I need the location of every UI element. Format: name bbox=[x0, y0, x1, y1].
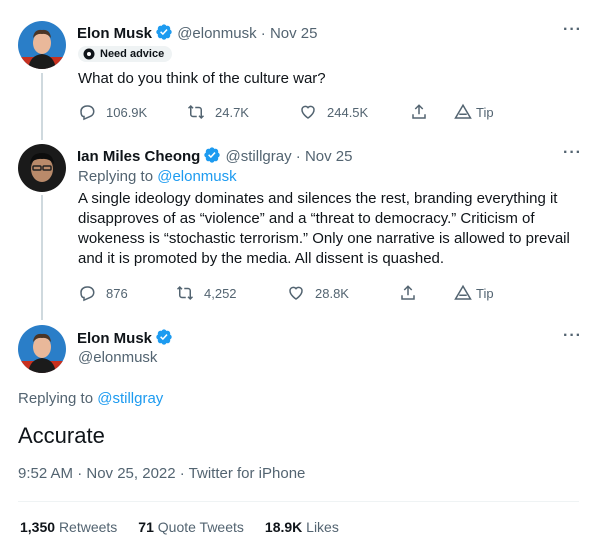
retweet-button[interactable]: 24.7K bbox=[187, 103, 299, 121]
like-count: 244.5K bbox=[327, 104, 369, 120]
author-name[interactable]: Elon Musk bbox=[77, 330, 152, 347]
retweets-label: Retweets bbox=[58, 519, 118, 535]
like-button[interactable]: 244.5K bbox=[299, 103, 410, 121]
retweet-button[interactable]: 4,252 bbox=[176, 284, 287, 302]
more-options-icon[interactable]: ··· bbox=[563, 144, 582, 162]
status-badge: Need advice bbox=[78, 46, 173, 62]
reply-count: 876 bbox=[106, 285, 128, 301]
quotes-label: Quote Tweets bbox=[157, 519, 244, 535]
tweet-date[interactable]: Nov 25 bbox=[270, 25, 318, 42]
replying-to: Replying to @stillgray bbox=[18, 389, 163, 409]
avatar[interactable] bbox=[18, 325, 66, 373]
tweet-text-line: wokeness is “stochastic terrorism.” Only… bbox=[78, 230, 570, 247]
replying-to: Replying to @elonmusk bbox=[78, 167, 237, 187]
avatar[interactable] bbox=[18, 144, 66, 192]
tweet-text: A single ideology dominates and silences… bbox=[78, 189, 588, 269]
likes-stat[interactable]: 18.9K Likes bbox=[265, 519, 339, 535]
tweet-date[interactable]: Nov 25 bbox=[305, 148, 353, 165]
reply-button[interactable]: 876 bbox=[78, 284, 176, 302]
reply-icon bbox=[80, 286, 95, 302]
likes-label: Likes bbox=[306, 519, 339, 535]
reply-count: 106.9K bbox=[106, 104, 148, 120]
retweet-icon bbox=[176, 285, 194, 301]
tweet-actions: 876 4,252 28.8K Tip bbox=[78, 284, 518, 302]
author-name[interactable]: Elon Musk bbox=[77, 25, 152, 42]
tip-icon bbox=[454, 284, 472, 300]
thread-connector bbox=[41, 73, 43, 140]
reply-button[interactable]: 106.9K bbox=[78, 103, 187, 121]
tip-label: Tip bbox=[476, 104, 494, 120]
retweets-stat[interactable]: 1,350 Retweets bbox=[20, 519, 117, 535]
author-name[interactable]: Ian Miles Cheong bbox=[77, 148, 200, 165]
tweet-text-line: disapproves of as “violence” and a “thre… bbox=[78, 210, 535, 227]
more-options-icon[interactable]: ··· bbox=[563, 327, 582, 345]
tip-icon bbox=[454, 103, 472, 119]
retweet-count: 24.7K bbox=[215, 104, 249, 120]
like-count: 28.8K bbox=[315, 285, 349, 301]
tip-button[interactable]: Tip bbox=[454, 284, 494, 302]
tweet-header: Elon Musk @elonmusk · Nov 25 bbox=[77, 24, 318, 42]
replying-handle-link[interactable]: @stillgray bbox=[97, 390, 163, 407]
badge-label: Need advice bbox=[100, 48, 165, 60]
share-button[interactable] bbox=[410, 103, 454, 121]
tweet-text: What do you think of the culture war? bbox=[78, 70, 326, 87]
verified-icon bbox=[204, 147, 221, 163]
share-button[interactable] bbox=[399, 284, 454, 302]
verified-icon bbox=[156, 24, 172, 40]
like-button[interactable]: 28.8K bbox=[287, 284, 399, 302]
quote-tweets-stat[interactable]: 71 Quote Tweets bbox=[138, 519, 244, 535]
retweet-count: 4,252 bbox=[204, 285, 237, 301]
heart-icon bbox=[289, 286, 303, 300]
reply-icon bbox=[80, 105, 95, 121]
likes-count: 18.9K bbox=[264, 519, 303, 535]
share-icon bbox=[401, 285, 415, 300]
replying-prefix: Replying to bbox=[78, 168, 154, 185]
author-handle[interactable]: @elonmusk bbox=[177, 25, 256, 42]
verified-icon bbox=[156, 329, 172, 345]
tweet-text: Accurate bbox=[18, 423, 105, 448]
share-icon bbox=[412, 104, 426, 119]
tweet-text-line: and it is promoted by the media. All dis… bbox=[78, 250, 445, 267]
retweets-count: 1,350 bbox=[20, 519, 56, 535]
tweet-header: Elon Musk bbox=[77, 328, 173, 347]
tip-label: Tip bbox=[476, 285, 494, 301]
tweet-text-line: A single ideology dominates and silences… bbox=[78, 190, 558, 207]
circle-icon bbox=[83, 48, 95, 60]
engagement-stats: 1,350 Retweets 71 Quote Tweets 18.9K Lik… bbox=[20, 519, 339, 535]
replying-prefix: Replying to bbox=[18, 390, 94, 407]
author-handle[interactable]: @stillgray bbox=[226, 148, 292, 165]
replying-handle-link[interactable]: @elonmusk bbox=[157, 168, 236, 185]
avatar[interactable] bbox=[18, 21, 66, 69]
retweet-icon bbox=[187, 104, 205, 120]
tweet-actions: 106.9K 24.7K 244.5K Tip bbox=[78, 103, 518, 121]
heart-icon bbox=[301, 105, 315, 119]
more-options-icon[interactable]: ··· bbox=[563, 21, 582, 39]
author-handle[interactable]: @elonmusk bbox=[78, 349, 157, 366]
divider bbox=[18, 501, 579, 502]
quotes-count: 71 bbox=[138, 519, 154, 535]
tweet-header: Ian Miles Cheong @stillgray · Nov 25 bbox=[77, 147, 353, 165]
tip-button[interactable]: Tip bbox=[454, 103, 494, 121]
tweet-timestamp[interactable]: 9:52 AM · Nov 25, 2022 · Twitter for iPh… bbox=[18, 465, 305, 482]
thread-connector bbox=[41, 195, 43, 320]
